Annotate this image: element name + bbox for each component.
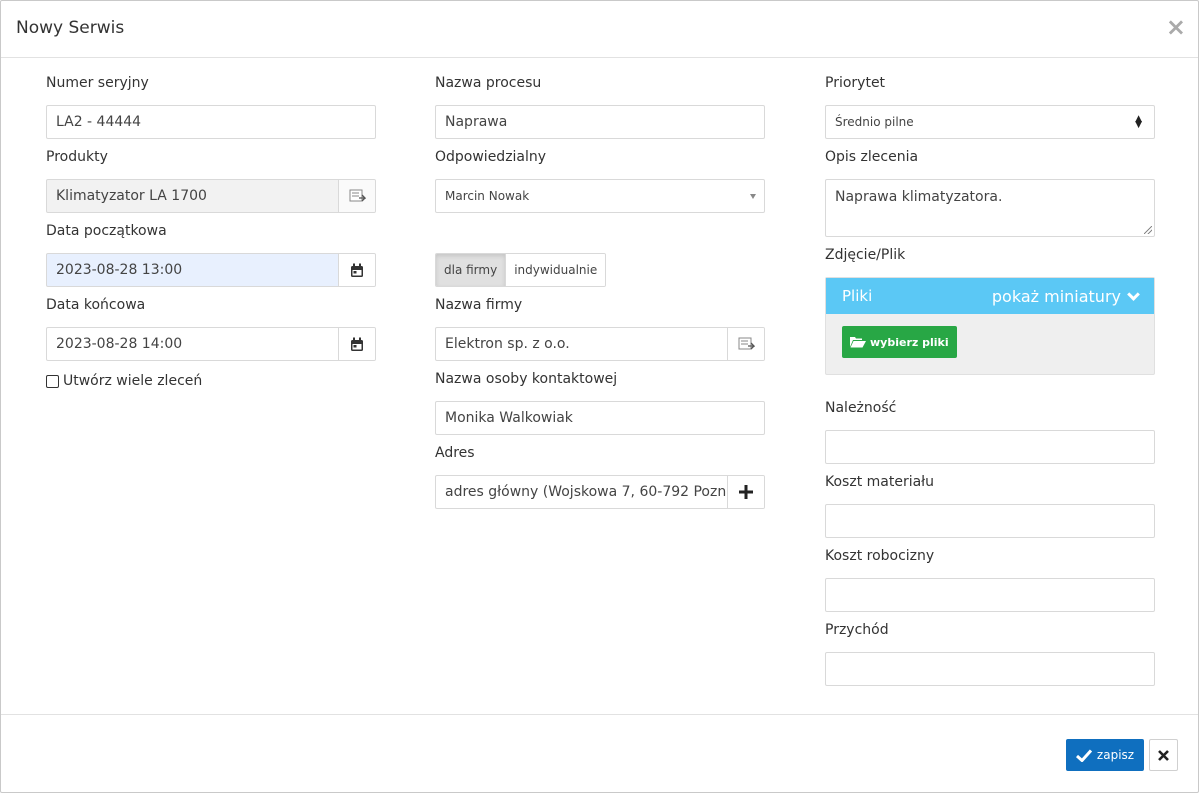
contact-person-label: Nazwa osoby kontaktowej [435,371,618,387]
folder-open-icon [850,337,866,348]
modal-header: Nowy Serwis × [1,1,1198,58]
end-date-label: Data końcowa [46,297,146,313]
create-multiple-orders-label: Utwórz wiele zleceń [63,373,203,389]
start-date-calendar-button[interactable] [338,254,375,286]
material-cost-input[interactable] [825,504,1155,538]
company-name-input[interactable]: Elektron sp. z o.o. [435,327,765,361]
end-date-input[interactable]: 2023-08-28 14:00 [46,327,376,361]
end-date-value: 2023-08-28 14:00 [56,336,183,352]
process-name-label: Nazwa procesu [435,75,542,91]
save-button-label: zapisz [1096,748,1135,762]
close-icon[interactable]: × [1166,15,1186,39]
client-type-toggle: dla firmy indywidualnie [435,253,607,287]
chevron-down-icon [1127,287,1140,301]
products-value: Klimatyzator LA 1700 [56,188,207,204]
create-multiple-orders-checkbox[interactable] [46,374,59,388]
list-picker-icon [349,189,366,202]
plus-icon [739,485,753,499]
modal-title: Nowy Serwis [16,18,125,38]
modal-footer: zapisz [1,714,1198,792]
labor-cost-label: Koszt robocizny [825,548,935,564]
amount-due-label: Należność [825,400,897,416]
start-date-label: Data początkowa [46,223,167,239]
show-thumbnails-label: pokaż miniatury [991,287,1121,306]
order-description-value: Naprawa klimatyzatora. [835,189,1003,205]
files-panel-header: Pliki pokaż miniatury [826,278,1154,314]
contact-person-input[interactable]: Monika Walkowiak [435,401,765,435]
serial-number-input[interactable]: LA2 - 44444 [46,105,376,139]
choose-files-label: wybierz pliki [870,335,949,349]
company-name-value: Elektron sp. z o.o. [445,336,570,352]
start-date-input[interactable]: 2023-08-28 13:00 [46,253,376,287]
responsible-select[interactable]: Marcin Nowak [435,179,765,213]
amount-due-input[interactable] [825,430,1155,464]
choose-files-button[interactable]: wybierz pliki [842,326,957,358]
new-service-modal: Nowy Serwis × Numer seryjny LA2 - 44444 … [0,0,1199,793]
address-label: Adres [435,445,475,461]
end-date-calendar-button[interactable] [338,328,375,360]
responsible-label: Odpowiedzialny [435,149,547,165]
order-description-textarea[interactable]: Naprawa klimatyzatora. [825,179,1155,237]
save-button[interactable]: zapisz [1066,739,1144,771]
priority-value: Średnio pilne [835,115,914,129]
start-date-value: 2023-08-28 13:00 [56,262,183,278]
toggle-individual[interactable]: indywidualnie [505,254,606,286]
labor-cost-input[interactable] [825,578,1155,612]
updown-icon: ▲ ▼ [1135,114,1142,130]
company-picker-button[interactable] [727,328,764,360]
create-multiple-orders-row[interactable]: Utwórz wiele zleceń [46,373,202,389]
products-input[interactable]: Klimatyzator LA 1700 [46,179,376,213]
toggle-company[interactable]: dla firmy [436,254,506,286]
photo-file-label: Zdjęcie/Plik [825,247,906,263]
order-description-label: Opis zlecenia [825,149,919,165]
address-value: adres główny (Wojskowa 7, 60-792 Pozn [445,484,727,500]
products-label: Produkty [46,149,108,165]
priority-select[interactable]: Średnio pilne ▲ ▼ [825,105,1155,139]
products-picker-button[interactable] [338,180,375,212]
material-cost-label: Koszt materiału [825,474,935,490]
show-thumbnails-toggle[interactable]: pokaż miniatury [991,287,1140,306]
cancel-icon [1158,749,1169,761]
list-picker-icon [738,337,755,350]
serial-number-label: Numer seryjny [46,75,149,91]
cancel-button[interactable] [1149,739,1178,771]
resize-handle-icon[interactable] [1144,226,1152,234]
calendar-icon [351,263,363,277]
process-name-input[interactable]: Naprawa [435,105,765,139]
add-address-button[interactable] [727,476,764,508]
check-icon [1075,748,1092,762]
responsible-value: Marcin Nowak [445,189,530,203]
files-title: Pliki [842,287,873,305]
priority-label: Priorytet [825,75,886,91]
files-panel: Pliki pokaż miniatury wybierz pliki [825,277,1155,375]
address-input[interactable]: adres główny (Wojskowa 7, 60-792 Pozn [435,475,765,509]
dropdown-caret-icon [750,194,756,199]
income-label: Przychód [825,622,889,638]
calendar-icon [351,337,363,351]
company-name-label: Nazwa firmy [435,297,523,313]
income-input[interactable] [825,652,1155,686]
